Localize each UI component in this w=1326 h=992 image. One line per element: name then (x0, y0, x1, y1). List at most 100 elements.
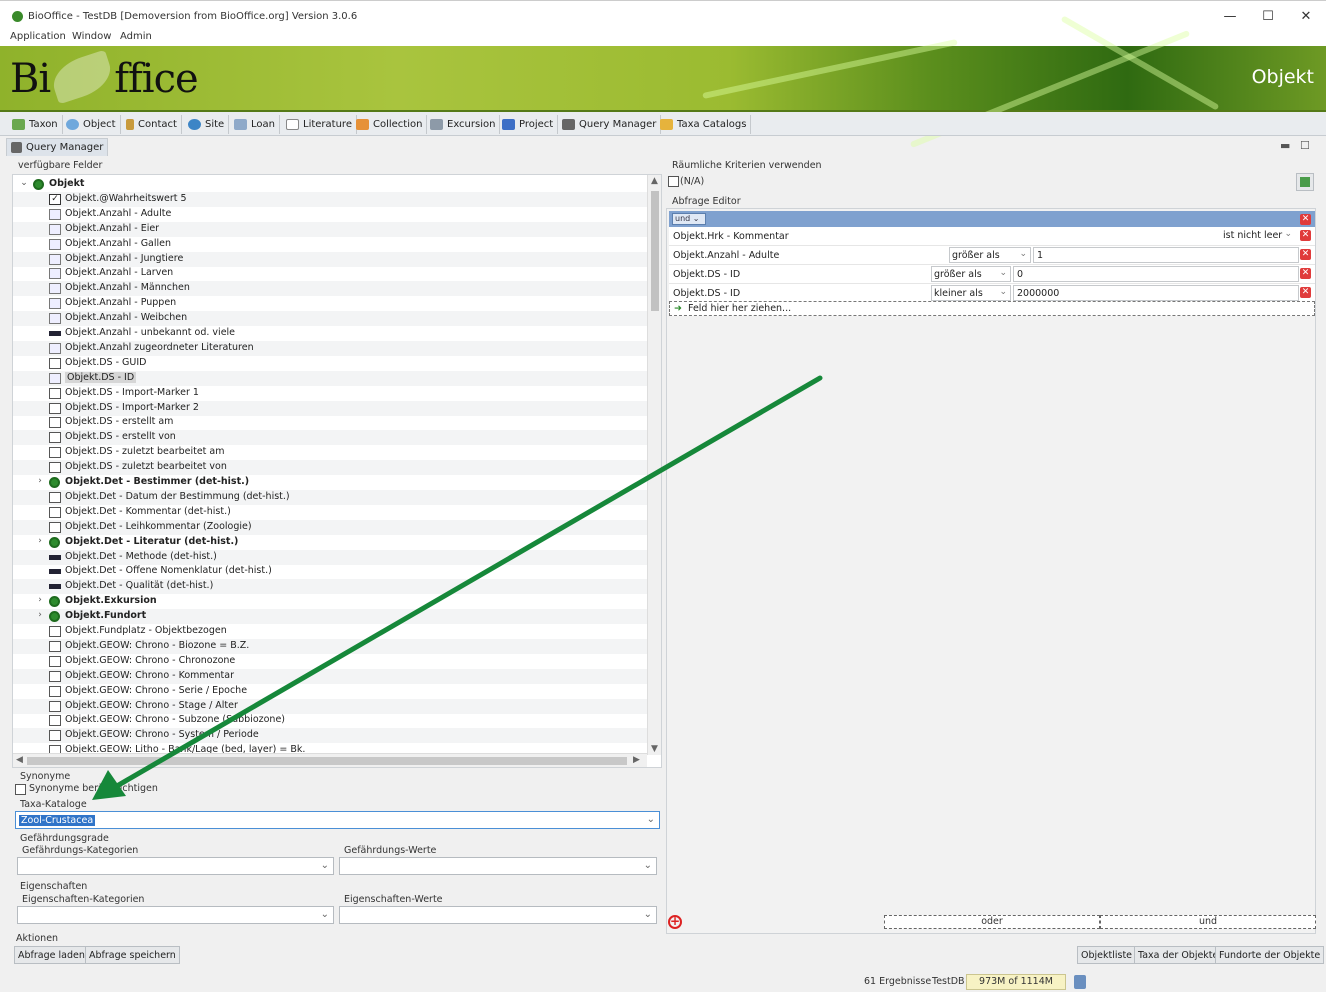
tree-horizontal-scrollbar[interactable]: ◀ ▶ (13, 753, 647, 767)
scroll-up-icon[interactable]: ▲ (651, 176, 658, 186)
delete-row-icon[interactable]: ✕ (1300, 249, 1311, 260)
chevron-right-icon[interactable]: › (35, 476, 45, 486)
delete-row-icon[interactable]: ✕ (1300, 230, 1311, 241)
toolbar-query-manager-button[interactable]: Query Manager (560, 115, 662, 134)
tree-field[interactable]: Objekt.Anzahl - Gallen (13, 237, 647, 252)
sites-of-objects-button[interactable]: Fundorte der Objekte (1215, 946, 1325, 964)
scroll-left-icon[interactable]: ◀ (16, 755, 23, 765)
tree-field[interactable]: Objekt.DS - Import-Marker 2 (13, 400, 647, 416)
tree-vertical-scrollbar[interactable]: ▲ ▼ (647, 175, 661, 755)
props-values-select[interactable]: ⌄ (339, 906, 657, 924)
scroll-right-icon[interactable]: ▶ (633, 755, 640, 765)
delete-row-icon[interactable]: ✕ (1300, 268, 1311, 279)
menu-window[interactable]: Window (72, 31, 111, 42)
tree-field[interactable]: Objekt.Det - Methode (det-hist.) (13, 549, 647, 565)
and-button[interactable]: und (1100, 915, 1316, 929)
tree-field[interactable]: Objekt.GEOW: Chrono - Chronozone (13, 654, 647, 669)
toolbar-site-button[interactable]: Site (186, 115, 230, 134)
taxa-catalog-select[interactable]: Zool-Crustacea ⌄ (15, 811, 660, 829)
tree-field[interactable]: Objekt.Anzahl - Jungtiere (13, 251, 647, 267)
minimize-button[interactable]: — (1212, 7, 1248, 27)
toolbar-project-button[interactable]: Project (500, 115, 559, 134)
tree-field[interactable]: Objekt.Det - Qualität (det-hist.) (13, 579, 647, 595)
threat-categories-select[interactable]: ⌄ (17, 857, 334, 875)
operator-select[interactable]: größer als ⌄ (931, 266, 1011, 282)
garbage-collect-icon[interactable] (1074, 975, 1086, 989)
scroll-thumb[interactable] (651, 191, 659, 311)
menu-admin[interactable]: Admin (120, 31, 152, 42)
delete-group-icon[interactable]: ✕ (1300, 214, 1311, 225)
tree-field[interactable]: Objekt.Anzahl zugeordneter Literaturen (13, 340, 647, 356)
tree-field[interactable]: Objekt.Anzahl - unbekannt od. viele (13, 326, 647, 341)
hscroll-thumb[interactable] (27, 757, 627, 765)
tree-field[interactable]: Objekt.DS - erstellt von (13, 430, 647, 446)
operator-select[interactable]: kleiner als ⌄ (931, 285, 1011, 301)
threat-values-select[interactable]: ⌄ (339, 857, 657, 875)
tree-field[interactable]: Objekt.DS - Import-Marker 1 (13, 386, 647, 401)
tree-field[interactable]: Objekt.DS - zuletzt bearbeitet von (13, 460, 647, 476)
toolbar-contact-button[interactable]: Contact (124, 115, 182, 134)
chevron-down-icon[interactable]: ⌄ (19, 178, 29, 188)
tree-field[interactable]: Objekt.GEOW: Chrono - Stage / Alter (13, 698, 647, 714)
operator-select[interactable]: größer als ⌄ (949, 247, 1031, 263)
spatial-checkbox[interactable] (668, 176, 679, 187)
tree-field[interactable]: Objekt.Fundplatz - Objektbezogen (13, 624, 647, 639)
object-list-button[interactable]: Objektliste (1077, 946, 1137, 964)
synonyme-checkbox[interactable] (15, 784, 26, 795)
tree-field[interactable]: Objekt.GEOW: Chrono - Serie / Epoche (13, 684, 647, 699)
operator-select[interactable]: ist nicht leer ⌄ (1221, 228, 1295, 244)
maximize-view-icon[interactable]: ☐ (1300, 139, 1310, 152)
toolbar-collection-button[interactable]: Collection (354, 115, 428, 134)
conjunction-select[interactable]: und ⌄ (672, 213, 706, 225)
toolbar-loan-button[interactable]: Loan (232, 115, 280, 134)
tree-group[interactable]: › Objekt.Exkursion (13, 594, 647, 609)
chevron-right-icon[interactable]: › (35, 536, 45, 546)
tree-field[interactable]: Objekt.GEOW: Chrono - System / Periode (13, 728, 647, 744)
tree-field[interactable]: Objekt.Det - Kommentar (det-hist.) (13, 505, 647, 520)
tree-field[interactable]: Objekt.DS - ID (13, 370, 647, 386)
tree-field[interactable]: Objekt.DS - zuletzt bearbeitet am (13, 445, 647, 460)
minimize-view-icon[interactable]: ▬ (1280, 139, 1290, 152)
tree-field[interactable]: Objekt.Anzahl - Larven (13, 266, 647, 281)
field-drop-zone[interactable]: ➜ Feld hier her ziehen... (669, 301, 1315, 316)
tree-group[interactable]: ⌄ Objekt (13, 177, 647, 192)
save-query-button[interactable]: Abfrage speichern (85, 946, 180, 964)
tree-field[interactable]: Objekt.Anzahl - Adulte (13, 207, 647, 222)
delete-row-icon[interactable]: ✕ (1300, 287, 1311, 298)
tree-field[interactable]: Objekt.Det - Offene Nomenklatur (det-his… (13, 564, 647, 579)
toolbar-object-button[interactable]: Object (64, 115, 121, 134)
toolbar-excursion-button[interactable]: Excursion (428, 115, 501, 134)
tree-field[interactable]: Objekt.DS - GUID (13, 356, 647, 371)
tree-field[interactable]: Objekt.Det - Datum der Bestimmung (det-h… (13, 489, 647, 505)
load-query-button[interactable]: Abfrage laden (14, 946, 89, 964)
toolbar-literature-button[interactable]: Literature (284, 115, 357, 134)
or-button[interactable]: oder (884, 915, 1100, 929)
tree-group[interactable]: › Objekt.Fundort (13, 609, 647, 625)
chevron-right-icon[interactable]: › (35, 610, 45, 620)
close-button[interactable]: ✕ (1288, 7, 1324, 27)
tree-field[interactable]: ✓ Objekt.@Wahrheitswert 5 (13, 191, 647, 207)
maximize-button[interactable]: ☐ (1250, 7, 1286, 27)
tree-group[interactable]: › Objekt.Det - Bestimmer (det-hist.) (13, 475, 647, 490)
map-button[interactable] (1296, 173, 1314, 191)
add-group-icon[interactable]: + (668, 915, 682, 929)
tree-field[interactable]: Objekt.Anzahl - Männchen (13, 281, 647, 297)
tree-field[interactable]: Objekt.Anzahl - Eier (13, 221, 647, 237)
chevron-right-icon[interactable]: › (35, 595, 45, 605)
tree-field[interactable]: Objekt.Anzahl - Puppen (13, 296, 647, 311)
value-input[interactable]: 0 (1013, 266, 1299, 282)
tree-field[interactable]: Objekt.GEOW: Chrono - Subzone (Subbiozon… (13, 713, 647, 728)
tree-field[interactable]: Objekt.Det - Leihkommentar (Zoologie) (13, 519, 647, 535)
value-input[interactable]: 2000000 (1013, 285, 1299, 301)
scroll-down-icon[interactable]: ▼ (651, 744, 658, 754)
tree-field[interactable]: Objekt.DS - erstellt am (13, 415, 647, 430)
toolbar-taxon-button[interactable]: Taxon (10, 115, 63, 134)
tree-field[interactable]: Objekt.Anzahl - Weibchen (13, 311, 647, 327)
toolbar-taxa-catalogs-button[interactable]: Taxa Catalogs (658, 115, 752, 134)
tab-query-manager[interactable]: Query Manager (6, 138, 109, 156)
tree-group[interactable]: › Objekt.Det - Literatur (det-hist.) (13, 535, 647, 550)
menu-application[interactable]: Application (10, 31, 66, 42)
tree-field[interactable]: Objekt.GEOW: Chrono - Kommentar (13, 668, 647, 684)
tree-field[interactable]: Objekt.GEOW: Chrono - Biozone = B.Z. (13, 638, 647, 654)
value-input[interactable]: 1 (1033, 247, 1299, 263)
